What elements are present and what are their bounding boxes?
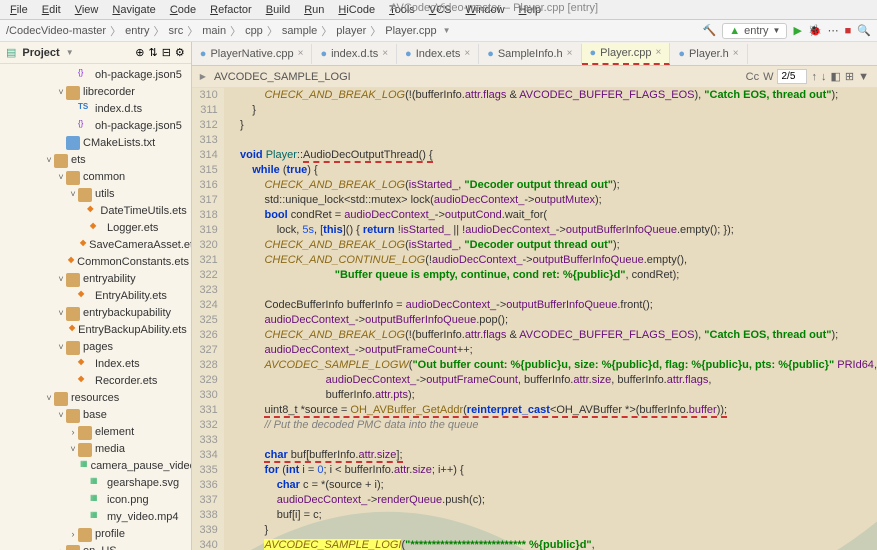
project-tab-icon: ▤ — [6, 46, 16, 59]
nav-up-icon[interactable]: ↑ — [811, 71, 817, 83]
tree-node[interactable]: ›en_US — [0, 542, 191, 550]
menu-navigate[interactable]: Navigate — [106, 2, 161, 18]
highlight-icon[interactable]: ◧ — [830, 70, 840, 83]
menu-build[interactable]: Build — [260, 2, 296, 18]
tree-node[interactable]: ▦gearshape.svg — [0, 474, 191, 491]
debug-icon[interactable]: 🐞 — [808, 24, 822, 37]
menu-run[interactable]: Run — [298, 2, 330, 18]
tree-node[interactable]: ˅librecorder — [0, 83, 191, 100]
tree-node[interactable]: TSindex.d.ts — [0, 100, 191, 117]
close-icon[interactable]: × — [464, 48, 470, 59]
run-config-selector[interactable]: ▲entry▼ — [722, 23, 787, 39]
expand-icon[interactable]: ⇅ — [148, 46, 157, 59]
tree-node[interactable]: ˅common — [0, 168, 191, 185]
breadcrumb-bar: /CodecVideo-master〉entry〉src〉main〉cpp〉sa… — [0, 20, 877, 42]
tree-node[interactable]: ◆Logger.ets — [0, 219, 191, 236]
tree-node[interactable]: ◆EntryAbility.ets — [0, 287, 191, 304]
breadcrumb-item[interactable]: Player.cpp — [385, 25, 436, 37]
select-opened-icon[interactable]: ⊕ — [135, 46, 144, 59]
tree-node[interactable]: ▦camera_pause_video — [0, 457, 191, 474]
tab-SampleInfo-h[interactable]: ●SampleInfo.h× — [479, 44, 581, 64]
project-label[interactable]: Project — [22, 47, 59, 59]
project-tree[interactable]: {}oh-package.json5˅librecorderTSindex.d.… — [0, 64, 191, 550]
tab-Player-h[interactable]: ●Player.h× — [670, 44, 747, 64]
menu-hicode[interactable]: HiCode — [332, 2, 381, 18]
tab-Index-ets[interactable]: ●Index.ets× — [397, 44, 479, 64]
editor-tabs: ●PlayerNative.cpp×●index.d.ts×●Index.ets… — [192, 42, 877, 66]
nav-down-icon[interactable]: ↓ — [821, 71, 827, 83]
words-icon[interactable]: W — [763, 71, 773, 83]
code-breadcrumb[interactable]: AVCODEC_SAMPLE_LOGI — [214, 71, 351, 83]
tree-node[interactable]: ˅media — [0, 440, 191, 457]
tab-PlayerNative-cpp[interactable]: ●PlayerNative.cpp× — [192, 44, 313, 64]
tree-node[interactable]: CMakeLists.txt — [0, 134, 191, 151]
tree-node[interactable]: ˅entrybackupability — [0, 304, 191, 321]
nav-position[interactable] — [777, 69, 807, 84]
project-sidebar: ▤ Project ▼ ⊕ ⇅ ⊟ ⚙ {}oh-package.json5˅l… — [0, 42, 192, 550]
tree-node[interactable]: ▦icon.png — [0, 491, 191, 508]
hammer-icon[interactable]: 🔨 — [702, 24, 716, 37]
breadcrumb-item[interactable]: src — [169, 25, 184, 37]
toggle-icon[interactable]: ⊞ — [845, 70, 854, 83]
menu-view[interactable]: View — [69, 2, 105, 18]
tree-node[interactable]: {}oh-package.json5 — [0, 117, 191, 134]
tab-Player-cpp[interactable]: ●Player.cpp× — [582, 43, 671, 65]
breadcrumb-item[interactable]: player — [336, 25, 366, 37]
line-gutter[interactable]: 3103113123133143153163173183193203213223… — [192, 88, 224, 550]
tree-node[interactable]: {}oh-package.json5 — [0, 66, 191, 83]
match-case-icon[interactable]: Cc — [746, 71, 759, 83]
tree-node[interactable]: ◆SaveCameraAsset.ets — [0, 236, 191, 253]
tree-node[interactable]: ˅base — [0, 406, 191, 423]
menu-refactor[interactable]: Refactor — [204, 2, 258, 18]
run-icon[interactable]: ▶ — [793, 24, 801, 37]
tree-node[interactable]: ◆EntryBackupAbility.ets — [0, 321, 191, 338]
collapse-icon[interactable]: ⊟ — [162, 46, 171, 59]
close-icon[interactable]: × — [733, 48, 739, 59]
tree-node[interactable]: ˅entryability — [0, 270, 191, 287]
tree-node[interactable]: ˅ets — [0, 151, 191, 168]
tree-node[interactable]: ˅resources — [0, 389, 191, 406]
tree-node[interactable]: ›profile — [0, 525, 191, 542]
filter-icon[interactable]: ▼ — [858, 71, 869, 83]
close-icon[interactable]: × — [567, 48, 573, 59]
tree-node[interactable]: ▦my_video.mp4 — [0, 508, 191, 525]
tree-node[interactable]: ›element — [0, 423, 191, 440]
more-icon[interactable]: ⋯ — [828, 24, 839, 37]
tree-node[interactable]: ◆CommonConstants.ets — [0, 253, 191, 270]
tree-node[interactable]: ◆DateTimeUtils.ets — [0, 202, 191, 219]
code-editor[interactable]: CHECK_AND_BREAK_LOG(!(bufferInfo.attr.fl… — [224, 88, 877, 550]
search-icon[interactable]: 🔍 — [857, 24, 871, 37]
breadcrumb-item[interactable]: main — [202, 25, 226, 37]
tree-node[interactable]: ◆Index.ets — [0, 355, 191, 372]
tab-index-d-ts[interactable]: ●index.d.ts× — [312, 44, 397, 64]
menu-code[interactable]: Code — [164, 2, 202, 18]
breadcrumb-item[interactable]: sample — [282, 25, 317, 37]
close-icon[interactable]: × — [656, 47, 662, 58]
tree-node[interactable]: ˅utils — [0, 185, 191, 202]
window-title: AVCodecVideo-master – Player.cpp [entry] — [390, 2, 598, 14]
breadcrumb-item[interactable]: /CodecVideo-master — [6, 25, 106, 37]
close-icon[interactable]: × — [298, 48, 304, 59]
menu-edit[interactable]: Edit — [36, 2, 67, 18]
settings-icon[interactable]: ⚙ — [175, 46, 185, 59]
tree-node[interactable]: ◆Recorder.ets — [0, 372, 191, 389]
close-icon[interactable]: × — [382, 48, 388, 59]
tree-node[interactable]: ˅pages — [0, 338, 191, 355]
stop-icon[interactable]: ■ — [845, 25, 852, 37]
menu-file[interactable]: File — [4, 2, 34, 18]
breadcrumb-item[interactable]: entry — [125, 25, 149, 37]
breadcrumb-item[interactable]: cpp — [245, 25, 263, 37]
